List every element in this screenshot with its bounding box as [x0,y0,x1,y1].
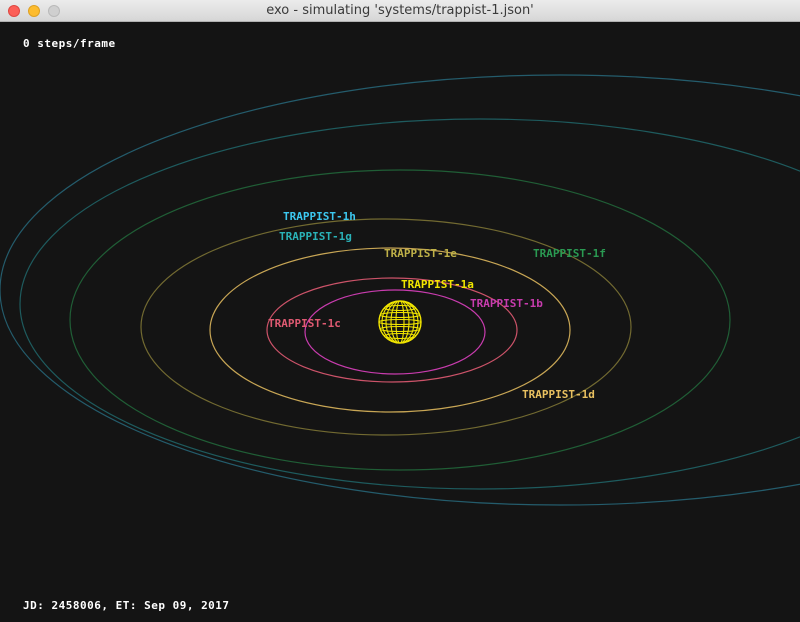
simulation-viewport[interactable]: TRAPPIST-1b TRAPPIST-1c TRAPPIST-1d TRAPPIS… [0,22,800,622]
planet-label-trappist-1c[interactable]: TRAPPIST-1c [268,317,341,330]
orbit-trappist-1d [209,247,571,413]
title-bar[interactable]: exo - simulating 'systems/trappist-1.jso… [0,0,800,22]
window-title: exo - simulating 'systems/trappist-1.jso… [266,3,534,18]
planet-label-trappist-1f[interactable]: TRAPPIST-1f [533,247,606,260]
orbit-scene: TRAPPIST-1b TRAPPIST-1c TRAPPIST-1d TRAPPIS… [0,74,800,506]
planet-label-trappist-1e[interactable]: TRAPPIST-1e [384,247,457,260]
planet-label-trappist-1b[interactable]: TRAPPIST-1b [470,297,543,310]
star-label[interactable]: TRAPPIST-1a [401,278,474,291]
star-wireframe-sphere [378,300,422,344]
planet-label-trappist-1g[interactable]: TRAPPIST-1g [279,230,352,243]
steps-per-frame-readout: 0 steps/frame [23,37,116,50]
planet-label-trappist-1h[interactable]: TRAPPIST-1h [283,210,356,223]
date-status-readout: JD: 2458006, ET: Sep 09, 2017 [23,599,230,612]
planet-label-trappist-1d[interactable]: TRAPPIST-1d [522,388,595,401]
app-window: exo - simulating 'systems/trappist-1.jso… [0,0,800,622]
